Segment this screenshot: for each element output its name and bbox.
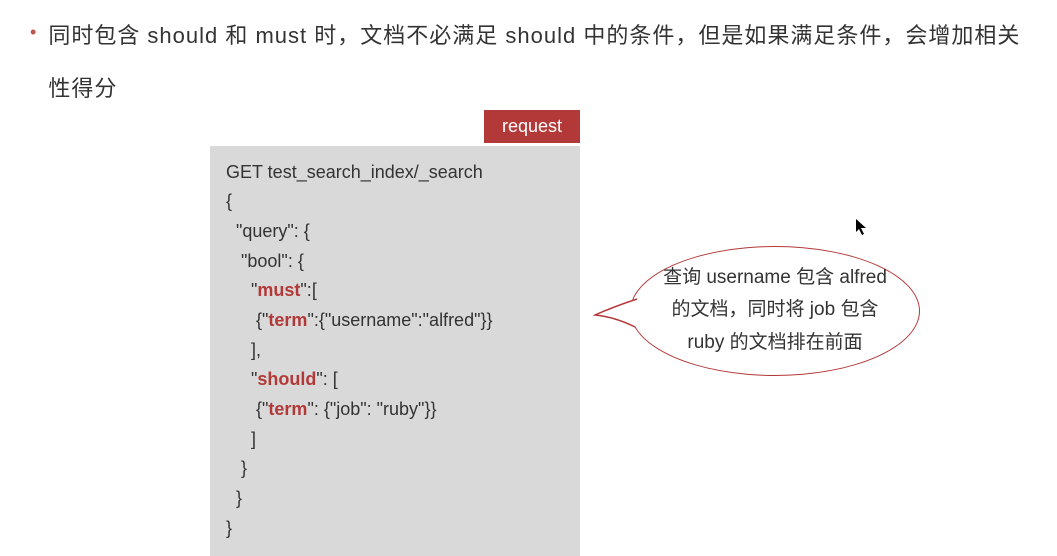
code-line: {" [226, 310, 268, 330]
code-line: } [226, 488, 242, 508]
code-line: ": {"job": "ruby"}} [307, 399, 436, 419]
cursor-icon [855, 218, 869, 239]
code-line: GET test_search_index/_search [226, 162, 483, 182]
code-line: {" [226, 399, 268, 419]
bullet-text: 同时包含 should 和 must 时，文档不必满足 should 中的条件，… [48, 10, 1027, 116]
keyword-term: term [268, 310, 307, 330]
code-line: ], [226, 340, 261, 360]
keyword-should: should [257, 369, 316, 389]
bubble-text: 查询 username 包含 alfred 的文档，同时将 job 包含 rub… [659, 262, 891, 359]
speech-bubble-container: 查询 username 包含 alfred 的文档，同时将 job 包含 rub… [630, 246, 920, 376]
keyword-term: term [268, 399, 307, 419]
bullet-point: • 同时包含 should 和 must 时，文档不必满足 should 中的条… [30, 10, 1027, 116]
request-tab: request [484, 110, 580, 143]
code-line: "bool": { [226, 251, 304, 271]
bullet-dot-icon: • [30, 16, 36, 48]
code-line: ":[ [300, 280, 316, 300]
code-line: " [226, 280, 257, 300]
code-line: } [226, 518, 232, 538]
code-line: { [226, 191, 232, 211]
bubble-tail-icon [593, 287, 641, 337]
code-container: request GET test_search_index/_search { … [210, 146, 580, 556]
code-line: } [226, 458, 247, 478]
content-area: request GET test_search_index/_search { … [210, 146, 1027, 556]
code-line: ": [ [316, 369, 337, 389]
code-block: GET test_search_index/_search { "query":… [210, 146, 580, 556]
code-line: " [226, 369, 257, 389]
code-line: ":{"username":"alfred"}} [307, 310, 492, 330]
code-line: "query": { [226, 221, 310, 241]
keyword-must: must [257, 280, 300, 300]
code-line: ] [226, 429, 256, 449]
speech-bubble: 查询 username 包含 alfred 的文档，同时将 job 包含 rub… [630, 246, 920, 376]
